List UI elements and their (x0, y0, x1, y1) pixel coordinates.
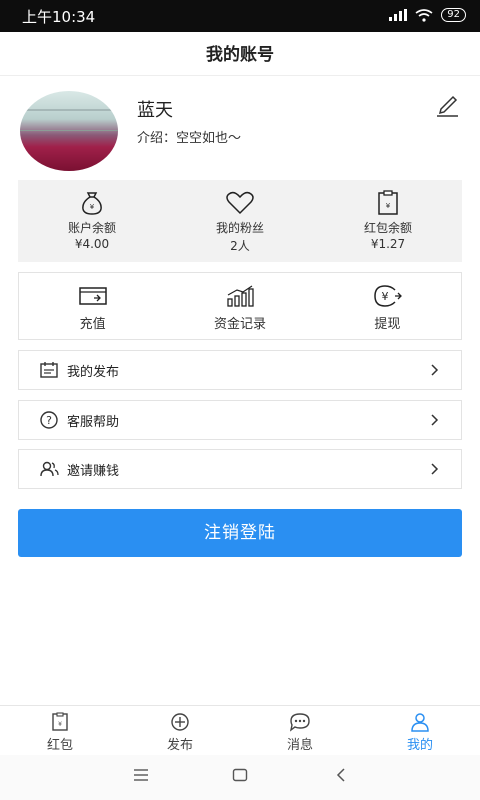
logout-button[interactable]: 注销登陆 (18, 509, 462, 557)
recharge-card-icon (78, 287, 107, 305)
calendar-list-icon (40, 362, 58, 378)
red-packet-icon: ¥ (378, 190, 398, 215)
bar-chart-icon (227, 285, 254, 307)
fund-record-button[interactable]: 资金记录 (166, 273, 313, 339)
title-bar: 我的账号 (0, 32, 480, 76)
menu-invite-earn[interactable]: 邀请赚钱 (18, 449, 462, 489)
signal-icon (389, 9, 408, 21)
menu-label: 客服帮助 (67, 414, 120, 430)
plus-circle-icon (171, 713, 189, 731)
menu-icon[interactable] (133, 768, 149, 782)
money-bag-icon: ¥ (82, 192, 102, 215)
tab-label: 发布 (166, 738, 193, 753)
status-time: 上午10:34 (22, 8, 96, 26)
chevron-right-icon (431, 463, 439, 475)
withdraw-icon: ¥ (374, 285, 403, 307)
tab-label: 我的 (406, 738, 433, 753)
stat-redpacket[interactable]: ¥ 红包余额 ¥1.27 (314, 180, 462, 262)
stat-fans[interactable]: 我的粉丝 2人 (166, 180, 314, 262)
battery-indicator: 92 (441, 8, 466, 22)
stat-label: 我的粉丝 (215, 221, 264, 235)
chat-icon (289, 713, 310, 732)
stat-value: ¥1.27 (370, 237, 406, 251)
heart-icon (226, 191, 254, 215)
status-icons: 92 (389, 8, 466, 22)
stat-label: 账户余额 (67, 221, 116, 235)
tab-messages[interactable]: 消息 (240, 706, 360, 755)
action-label: 充值 (79, 317, 106, 332)
stats-panel: ¥ 账户余额 ¥4.00 我的粉丝 2人 ¥ 红包余额 ¥1.27 (18, 180, 462, 262)
stat-value: 2人 (230, 239, 250, 253)
svg-text:?: ? (46, 414, 52, 427)
svg-text:¥: ¥ (386, 202, 391, 210)
actions-panel: 充值 资金记录 ¥ 提现 (18, 272, 462, 340)
stat-value: ¥4.00 (74, 237, 110, 251)
wifi-icon (415, 8, 433, 22)
menu-customer-help[interactable]: ? 客服帮助 (18, 400, 462, 440)
recharge-button[interactable]: 充值 (19, 273, 166, 339)
tab-red-packet[interactable]: ¥ 红包 (0, 706, 120, 755)
stat-label: 红包余额 (363, 221, 412, 235)
withdraw-button[interactable]: ¥ 提现 (314, 273, 461, 339)
status-bar: 上午10:34 92 (0, 0, 480, 32)
tab-publish[interactable]: 发布 (120, 706, 240, 755)
menu-label: 我的发布 (67, 364, 120, 380)
menu-label: 邀请赚钱 (67, 463, 120, 479)
profile-name: 蓝天 (137, 100, 173, 121)
back-icon[interactable] (335, 768, 347, 782)
profile-section: 蓝天 介绍：空空如也～ (0, 76, 480, 180)
home-icon[interactable] (232, 768, 248, 782)
menu-my-posts[interactable]: 我的发布 (18, 350, 462, 390)
users-icon (40, 461, 59, 477)
tab-label: 红包 (46, 738, 73, 753)
tab-mine[interactable]: 我的 (360, 706, 480, 755)
stat-balance[interactable]: ¥ 账户余额 ¥4.00 (18, 180, 166, 262)
system-nav-bar (0, 755, 480, 800)
svg-text:¥: ¥ (58, 721, 62, 728)
tab-label: 消息 (286, 738, 313, 753)
action-label: 提现 (374, 317, 401, 332)
chevron-right-icon (431, 364, 439, 376)
svg-text:¥: ¥ (90, 203, 95, 211)
person-icon (411, 713, 429, 732)
question-icon: ? (40, 411, 58, 429)
avatar[interactable] (20, 91, 118, 171)
bottom-tab-bar: ¥ 红包 发布 消息 我的 (0, 705, 480, 755)
chevron-right-icon (431, 414, 439, 426)
red-packet-icon: ¥ (52, 712, 68, 731)
page-title: 我的账号 (206, 45, 274, 65)
action-label: 资金记录 (213, 317, 266, 332)
edit-icon[interactable] (434, 92, 460, 118)
profile-intro: 介绍：空空如也～ (137, 131, 242, 146)
svg-text:¥: ¥ (382, 290, 389, 303)
